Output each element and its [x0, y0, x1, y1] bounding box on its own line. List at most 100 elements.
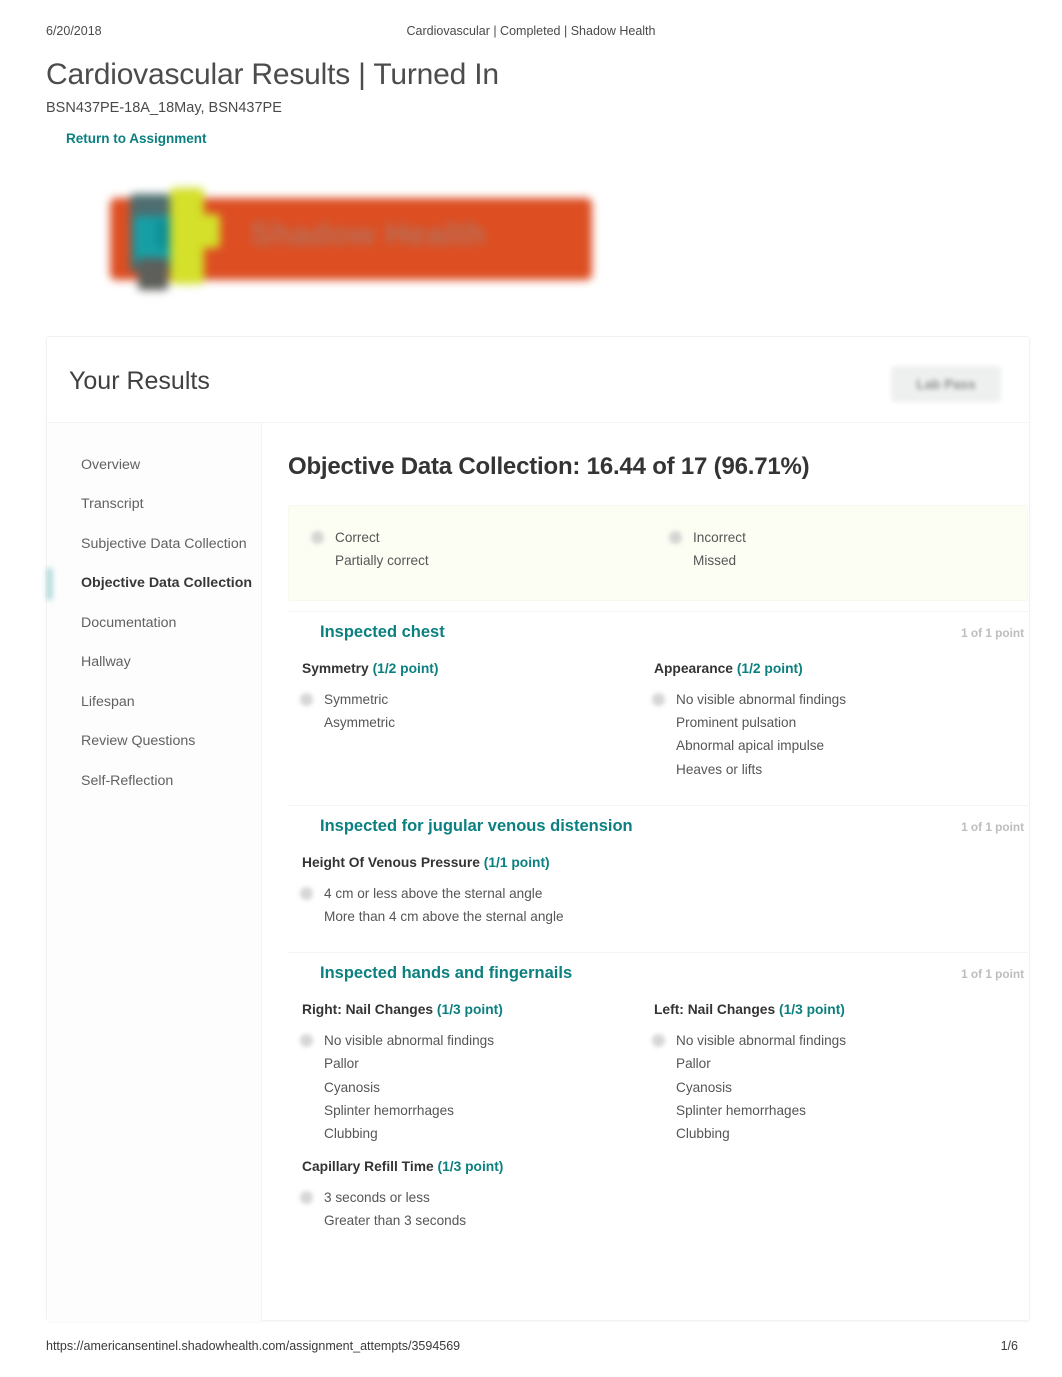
question-group-height-of-venous-pressure: Height Of Venous Pressure (1/1 point) 4 …	[300, 855, 1000, 928]
option-row[interactable]: Cyanosis	[652, 1076, 1004, 1099]
section-points: 1 of 1 point	[961, 967, 1024, 982]
option-row[interactable]: Clubbing	[652, 1122, 1004, 1145]
option-row[interactable]: No visible abnormal findings	[652, 1029, 1004, 1052]
section-inspected-jugular-venous-distension: Inspected for jugular venous distension …	[288, 804, 1028, 942]
sidebar-item-label: Documentation	[81, 614, 177, 631]
option-status-icon	[300, 1081, 313, 1094]
option-status-icon	[652, 739, 665, 752]
question-label: Capillary Refill Time (1/3 point)	[300, 1159, 1000, 1174]
option-row[interactable]: 3 seconds or less	[300, 1186, 1000, 1209]
incorrect-status-icon	[669, 531, 682, 544]
option-label: Pallor	[676, 1056, 711, 1072]
question-points: (1/3 point)	[778, 1002, 845, 1018]
sidebar-item-transcript[interactable]: Transcript	[47, 485, 261, 525]
option-row[interactable]: Pallor	[300, 1052, 652, 1075]
option-status-icon	[652, 763, 665, 776]
option-row[interactable]: Pallor	[652, 1052, 1004, 1075]
option-row[interactable]: Greater than 3 seconds	[300, 1209, 1000, 1232]
correct-status-icon	[311, 531, 324, 544]
sidebar-item-self-reflection[interactable]: Self-Reflection	[47, 761, 261, 801]
objective-data-score-title: Objective Data Collection: 16.44 of 17 (…	[288, 453, 810, 480]
legend-label: Missed	[693, 553, 737, 568]
option-row[interactable]: Prominent pulsation	[652, 711, 1004, 734]
option-label: Heaves or lifts	[676, 761, 763, 777]
sidebar-item-overview[interactable]: Overview	[47, 445, 261, 485]
section-inspected-chest: Inspected chest 1 of 1 point Symmetry (1…	[288, 611, 1028, 795]
option-row[interactable]: No visible abnormal findings	[300, 1029, 652, 1052]
legend-label: Partially correct	[335, 553, 429, 568]
legend-column-right: Incorrect Missed	[669, 526, 1027, 600]
option-label: 3 seconds or less	[324, 1190, 430, 1206]
results-card: Your Results Lab Pass Overview Transcrip…	[46, 336, 1030, 1321]
option-label: Splinter hemorrhages	[676, 1102, 806, 1118]
question-group-appearance: Appearance (1/2 point) No visible abnorm…	[652, 661, 1004, 781]
legend-item-correct: Correct	[311, 526, 669, 549]
legend-item-partially-correct: Partially correct	[311, 549, 669, 572]
sidebar-item-label: Objective Data Collection	[81, 575, 253, 592]
sidebar-item-label: Review Questions	[81, 733, 196, 750]
question-points: (1/2 point)	[372, 661, 439, 676]
option-row[interactable]: Cyanosis	[300, 1076, 652, 1099]
option-label: No visible abnormal findings	[676, 1033, 847, 1049]
print-footer: https://americansentinel.shadowhealth.co…	[0, 1339, 1062, 1355]
option-row[interactable]: Asymmetric	[300, 711, 652, 734]
partially-correct-status-icon	[311, 554, 324, 567]
question-group-symmetry: Symmetry (1/2 point) Symmetric Asymmetri…	[300, 661, 652, 781]
option-label: Clubbing	[676, 1125, 730, 1141]
option-row[interactable]: Heaves or lifts	[652, 758, 1004, 781]
legend-column-left: Correct Partially correct	[311, 526, 669, 600]
question-points: (1/1 point)	[483, 854, 550, 870]
results-sidebar: Overview Transcript Subjective Data Coll…	[47, 423, 262, 1321]
question-group-right-nail-changes: Right: Nail Changes (1/3 point) No visib…	[300, 1002, 652, 1145]
option-label: Pallor	[324, 1056, 359, 1072]
your-results-heading: Your Results	[69, 367, 210, 395]
sidebar-item-hallway[interactable]: Hallway	[47, 643, 261, 683]
option-label: Splinter hemorrhages	[324, 1102, 454, 1118]
option-status-icon	[300, 1104, 313, 1117]
sidebar-item-objective-data-collection[interactable]: Objective Data Collection	[47, 564, 261, 604]
option-row[interactable]: Symmetric	[300, 688, 652, 711]
section-inspected-hands-and-fingernails: Inspected hands and fingernails 1 of 1 p…	[288, 952, 1028, 1246]
option-status-icon	[300, 693, 313, 707]
question-group-capillary-refill-time: Capillary Refill Time (1/3 point) 3 seco…	[300, 1159, 1000, 1232]
option-label: Greater than 3 seconds	[324, 1213, 467, 1229]
option-status-icon	[652, 1081, 665, 1094]
option-label: Prominent pulsation	[676, 715, 797, 731]
sidebar-item-lifespan[interactable]: Lifespan	[47, 682, 261, 722]
option-label: No visible abnormal findings	[676, 692, 847, 708]
print-document-title: Cardiovascular | Completed | Shadow Heal…	[406, 24, 656, 38]
option-row[interactable]: More than 4 cm above the sternal angle	[300, 905, 1000, 928]
question-label-text: Capillary Refill Time	[302, 1159, 434, 1175]
lab-pass-button[interactable]: Lab Pass	[891, 366, 1001, 402]
section-header: Inspected chest 1 of 1 point	[288, 611, 1028, 653]
option-row[interactable]: No visible abnormal findings	[652, 688, 1004, 711]
option-row[interactable]: 4 cm or less above the sternal angle	[300, 882, 1000, 905]
print-header: 6/20/2018 Cardiovascular | Completed | S…	[0, 24, 1062, 40]
scoring-legend: Correct Partially correct Incorrect Miss…	[288, 505, 1028, 601]
option-row[interactable]: Splinter hemorrhages	[300, 1099, 652, 1122]
question-label-text: Height Of Venous Pressure	[302, 854, 480, 870]
question-label-text: Left: Nail Changes	[654, 1002, 776, 1018]
option-row[interactable]: Abnormal apical impulse	[652, 734, 1004, 757]
sidebar-item-review-questions[interactable]: Review Questions	[47, 722, 261, 762]
option-status-icon	[300, 1214, 313, 1227]
option-row[interactable]: Clubbing	[300, 1122, 652, 1145]
sidebar-item-subjective-data-collection[interactable]: Subjective Data Collection	[47, 524, 261, 564]
option-label: Abnormal apical impulse	[676, 738, 825, 754]
sidebar-item-label: Overview	[81, 456, 141, 473]
option-label: Asymmetric	[324, 715, 395, 731]
section-title: Inspected for jugular venous distension	[320, 816, 633, 835]
question-label: Left: Nail Changes (1/3 point)	[652, 1002, 1004, 1017]
option-status-icon	[300, 886, 313, 900]
return-to-assignment-link[interactable]: Return to Assignment	[66, 131, 207, 146]
option-status-icon	[652, 693, 665, 707]
missed-status-icon	[669, 554, 682, 567]
objective-data-collection-panel: Objective Data Collection: 16.44 of 17 (…	[262, 423, 1050, 1321]
sidebar-item-documentation[interactable]: Documentation	[47, 603, 261, 643]
option-status-icon	[652, 716, 665, 729]
option-label: Clubbing	[324, 1125, 378, 1141]
option-label: More than 4 cm above the sternal angle	[324, 909, 564, 925]
sidebar-item-label: Transcript	[81, 496, 144, 513]
option-row[interactable]: Splinter hemorrhages	[652, 1099, 1004, 1122]
section-title: Inspected hands and fingernails	[320, 964, 573, 983]
